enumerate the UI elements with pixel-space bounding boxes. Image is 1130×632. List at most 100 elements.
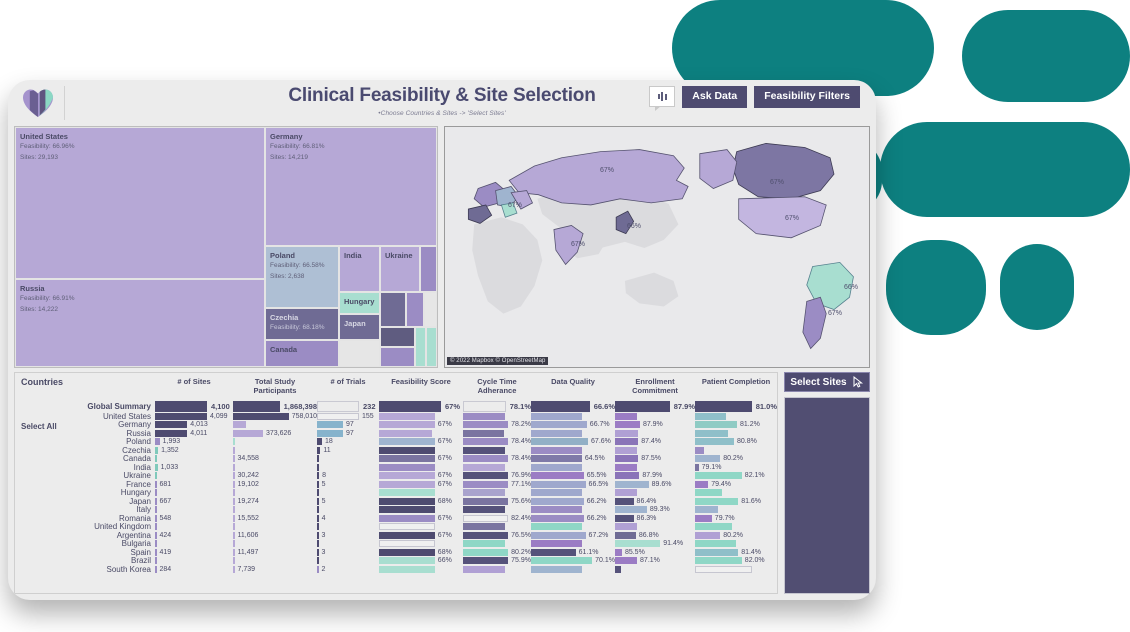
speech-bubble-chart-icon[interactable] xyxy=(649,86,676,112)
summary-bar xyxy=(155,400,207,412)
column-header[interactable]: Enrollment Commitment xyxy=(615,377,695,396)
table-cell xyxy=(155,557,233,564)
treemap-tile[interactable] xyxy=(380,347,415,367)
table-body: United States 4,099 758,010 155 Germany 4,013… xyxy=(67,412,777,574)
table-row[interactable]: Japan 667 19,274 5 68% 75.6% 66.2% 86.4% 81.6% xyxy=(67,497,777,506)
table-cell xyxy=(463,463,531,471)
row-bar xyxy=(233,523,235,530)
row-bar xyxy=(463,438,509,445)
table-row[interactable]: Brazil 66% 75.9% 70.1% 87.1% 82.0% xyxy=(67,556,777,565)
table-row[interactable]: Canada 34,558 67% 78.4% 64.5% 87.5% 80.2% xyxy=(67,454,777,463)
row-bar xyxy=(615,412,638,420)
ask-data-button[interactable]: Ask Data xyxy=(682,86,748,108)
select-sites-button[interactable]: Select Sites xyxy=(784,372,870,392)
world-map[interactable]: 67% 67% 67% 67% 66% 67% 67% 66% © 2022 Mapbox ©… xyxy=(444,126,870,368)
row-bar xyxy=(233,421,247,428)
column-header[interactable]: Cycle Time Adherance xyxy=(463,377,531,396)
summary-value: 1,868,398 xyxy=(283,401,317,411)
map-label: 66% xyxy=(627,223,642,230)
country-treemap[interactable]: United States Feasibility: 66.96% Sites: 2… xyxy=(14,126,438,368)
treemap-tile[interactable]: Japan xyxy=(339,314,380,340)
table-row[interactable]: Italy 89.3% xyxy=(67,505,777,514)
table-cell: 548 xyxy=(155,514,233,522)
treemap-tile[interactable]: Canada xyxy=(265,340,339,367)
table-row[interactable]: United States 4,099 758,010 155 xyxy=(67,412,777,421)
table-cell xyxy=(155,540,233,547)
treemap-tile[interactable]: Germany Feasibility: 66.81% Sites: 14,219 xyxy=(265,127,437,246)
table-cell xyxy=(695,429,777,437)
table-row[interactable]: Bulgaria 91.4% xyxy=(67,539,777,548)
select-all-link[interactable]: Select All xyxy=(21,422,57,431)
table-cell: 66.7% xyxy=(531,421,615,428)
row-value: 87.5% xyxy=(641,455,662,462)
treemap-tile[interactable]: United States Feasibility: 66.96% Sites: 2… xyxy=(15,127,265,279)
row-country-name[interactable]: South Korea xyxy=(67,565,155,574)
column-header[interactable]: Total Study Participants xyxy=(233,377,317,396)
treemap-tile[interactable] xyxy=(424,292,437,327)
background-blob xyxy=(880,122,1130,217)
row-bar xyxy=(317,412,359,420)
table-cell xyxy=(695,506,777,513)
table-cell xyxy=(155,523,233,530)
treemap-tile[interactable] xyxy=(339,340,380,367)
treemap-tile[interactable] xyxy=(406,292,424,327)
table-row[interactable]: South Korea 284 7,739 2 xyxy=(67,565,777,574)
treemap-tile[interactable]: Poland Feasibility: 66.58% Sites: 2,638 xyxy=(265,246,339,308)
row-bar xyxy=(615,506,647,513)
table-cell: 87.5% xyxy=(615,455,695,462)
treemap-tile[interactable] xyxy=(426,327,437,367)
table-row[interactable]: Russia 4,011 373,626 97 xyxy=(67,429,777,438)
site-selection-panel[interactable] xyxy=(784,397,870,594)
table-cell xyxy=(615,446,695,454)
treemap-tile[interactable]: Hungary xyxy=(339,292,380,314)
treemap-tile[interactable]: Russia Feasibility: 66.91% Sites: 14,222 xyxy=(15,279,265,367)
table-cell xyxy=(615,565,695,573)
treemap-tile[interactable] xyxy=(380,292,406,327)
treemap-tile[interactable]: India xyxy=(339,246,380,292)
table-cell xyxy=(531,506,615,513)
row-bar xyxy=(695,489,722,496)
feasibility-filters-button[interactable]: Feasibility Filters xyxy=(754,86,860,108)
table-row[interactable]: Argentina 424 11,606 3 67% 76.5% 67.2% 86.8% 80.… xyxy=(67,531,777,540)
row-bar xyxy=(379,429,432,437)
table-cell: 78.2% xyxy=(463,421,531,428)
table-row[interactable]: Hungary xyxy=(67,488,777,497)
table-row[interactable]: France 681 19,102 5 67% 77.1% 66.5% 89.6% 79.4% xyxy=(67,480,777,489)
treemap-tile[interactable]: Czechia Feasibility: 68.18% xyxy=(265,308,339,340)
table-row[interactable]: Ukraine 30,242 8 67% 76.9% 65.5% 87.9% 82.1% xyxy=(67,471,777,480)
row-bar xyxy=(531,540,582,547)
column-header[interactable]: # of Trials xyxy=(317,377,379,396)
column-header[interactable]: Data Quality xyxy=(531,377,615,396)
row-value: 78.4% xyxy=(511,438,531,445)
cursor-arrow-icon xyxy=(853,376,863,388)
treemap-tile[interactable] xyxy=(380,327,415,347)
treemap-tile[interactable]: Ukraine xyxy=(380,246,420,292)
row-value: 4,013 xyxy=(190,421,208,428)
row-bar xyxy=(155,548,157,556)
row-bar xyxy=(695,540,736,547)
table-cell: 5 xyxy=(317,480,379,488)
row-bar xyxy=(379,446,435,454)
table-row[interactable]: Czechia 1,352 11 xyxy=(67,446,777,455)
column-header[interactable]: Feasibility Score xyxy=(379,377,463,396)
treemap-tile[interactable] xyxy=(420,246,437,292)
row-bar xyxy=(233,548,235,556)
table-cell xyxy=(615,412,695,420)
column-header[interactable]: # of Sites xyxy=(155,377,233,396)
table-row[interactable]: United Kingdom xyxy=(67,522,777,531)
treemap-tile[interactable] xyxy=(415,327,426,367)
table-row[interactable]: Poland 1,993 18 67% 78.4% 67.6% 87.4% 80.8% xyxy=(67,437,777,446)
table-cell xyxy=(317,540,379,547)
row-bar xyxy=(155,472,158,479)
row-value: 67% xyxy=(437,421,452,428)
column-header[interactable]: Patient Completion xyxy=(695,377,777,396)
table-cell xyxy=(463,446,531,454)
table-row[interactable]: Germany 4,013 97 67% 78.2% 66.7% 87.9% 81.2% xyxy=(67,420,777,429)
table-row[interactable]: India 1,033 79.1% xyxy=(67,463,777,472)
table-row[interactable]: Romania 548 15,552 4 67% 82.4% 66.2% 86.3% 79.7% xyxy=(67,514,777,523)
table-row[interactable]: Spain 419 11,497 3 68% 80.2% 61.1% 85.5% 81.4% xyxy=(67,548,777,557)
row-bar xyxy=(317,514,319,522)
global-summary-cell: 81.0% xyxy=(695,400,777,412)
map-label: 67% xyxy=(571,241,586,248)
table-cell: 681 xyxy=(155,480,233,488)
